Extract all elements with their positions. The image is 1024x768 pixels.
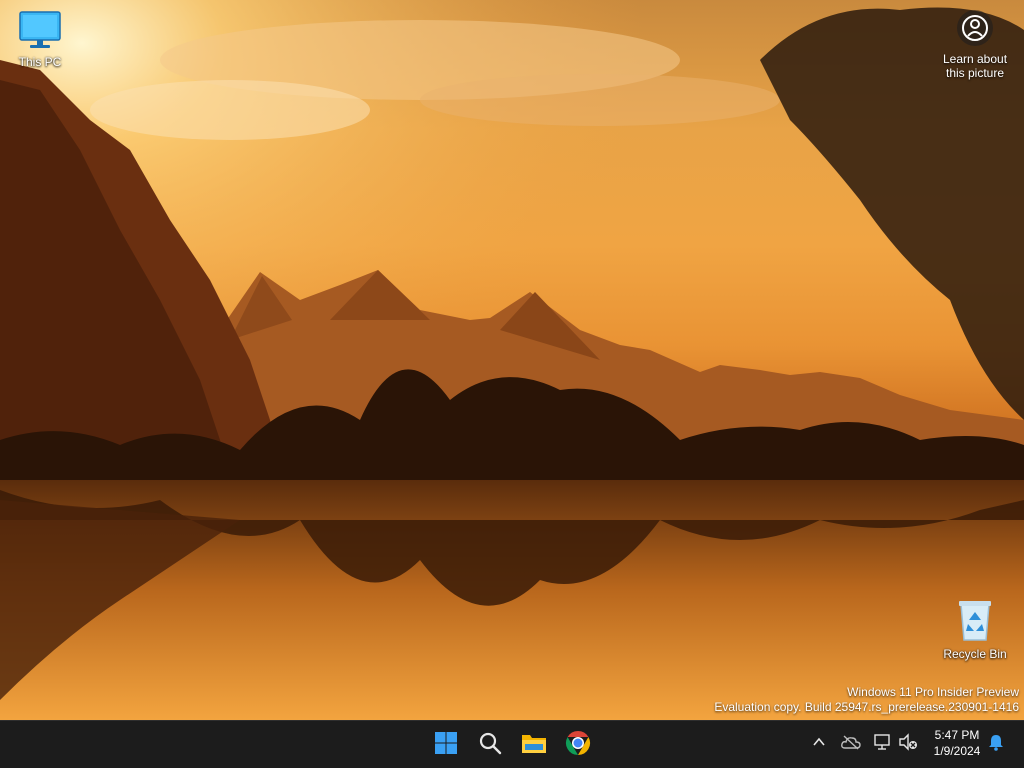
wallpaper <box>0 0 1024 720</box>
chrome-icon <box>565 730 591 761</box>
watermark-line2: Evaluation copy. Build 25947.rs_prerelea… <box>714 700 1019 714</box>
this-pc-label: This PC <box>18 55 62 69</box>
notification-bell-icon <box>987 733 1005 756</box>
start-button[interactable] <box>428 727 464 763</box>
chrome-button[interactable] <box>560 727 596 763</box>
clock-date: 1/9/2024 <box>933 744 981 758</box>
monitor-icon <box>2 10 78 53</box>
recycle-bin-shortcut[interactable]: Recycle Bin <box>937 598 1013 661</box>
onedrive-tray-button[interactable] <box>840 733 862 755</box>
onedrive-offline-icon <box>841 734 861 755</box>
notification-center-button[interactable] <box>985 733 1007 755</box>
network-icon <box>873 733 893 756</box>
learn-line2: this picture <box>945 66 1005 80</box>
learn-line1: Learn about <box>942 52 1008 66</box>
folder-icon <box>521 731 547 760</box>
windows-logo-icon <box>434 731 458 760</box>
network-tray-button[interactable] <box>872 733 894 755</box>
desktop: This PC Learn about this picture Recycle… <box>0 0 1024 720</box>
recycle-bin-label: Recycle Bin <box>943 647 1007 661</box>
file-explorer-button[interactable] <box>516 727 552 763</box>
search-button[interactable] <box>472 727 508 763</box>
system-clock[interactable]: 5:47 PM 1/9/2024 <box>924 727 990 759</box>
taskbar: 5:47 PM 1/9/2024 <box>0 720 1024 768</box>
clock-time: 5:47 PM <box>934 728 980 742</box>
learn-about-picture[interactable]: Learn about this picture <box>934 10 1016 80</box>
recycle-bin-icon <box>937 598 1013 645</box>
chevron-up-icon <box>812 735 826 754</box>
search-icon <box>478 731 502 760</box>
show-hidden-icons-button[interactable] <box>808 733 830 755</box>
os-watermark: Windows 11 Pro Insider Preview Evaluatio… <box>714 685 1019 715</box>
this-pc-shortcut[interactable]: This PC <box>2 10 78 69</box>
camera-circle-icon <box>957 10 993 46</box>
volume-tray-button[interactable] <box>897 732 919 756</box>
watermark-line1: Windows 11 Pro Insider Preview <box>847 685 1019 699</box>
volume-muted-icon <box>898 732 918 756</box>
